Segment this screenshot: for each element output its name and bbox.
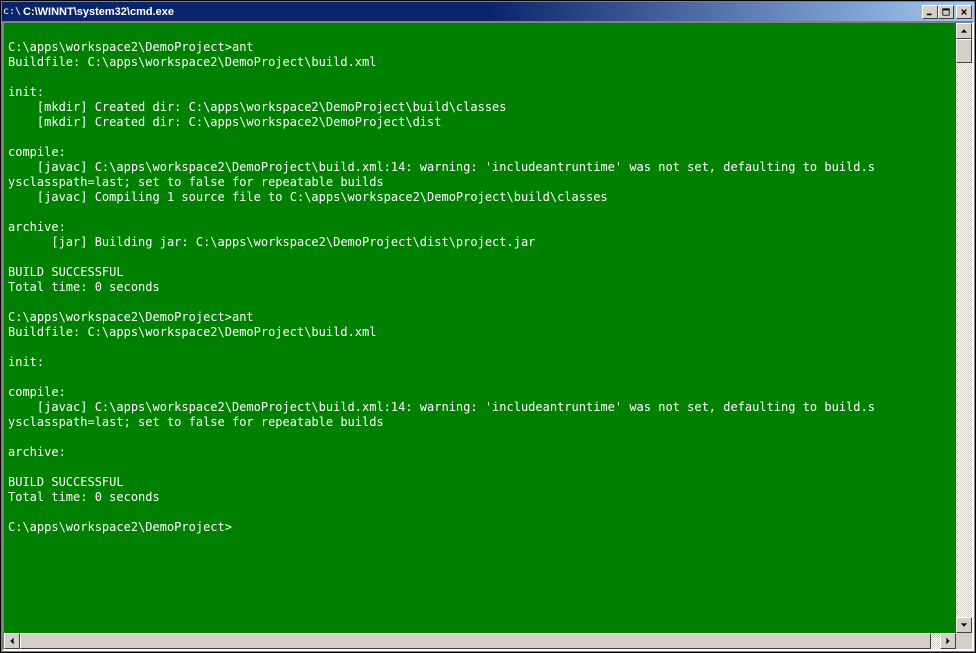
- minimize-icon: [926, 8, 934, 16]
- close-icon: [960, 8, 968, 16]
- maximize-button[interactable]: [938, 5, 954, 19]
- window-title: C:\WINNT\system32\cmd.exe: [23, 6, 922, 18]
- vertical-scrollbar[interactable]: [956, 23, 972, 633]
- minimize-button[interactable]: [922, 5, 938, 19]
- horizontal-scrollbar-row: [4, 633, 972, 649]
- arrow-left-icon: [8, 637, 16, 645]
- arrow-down-icon: [960, 621, 968, 629]
- maximize-icon: [942, 8, 950, 16]
- arrow-up-icon: [960, 27, 968, 35]
- horizontal-scrollbar[interactable]: [4, 633, 956, 649]
- vertical-scroll-thumb[interactable]: [956, 39, 972, 63]
- titlebar[interactable]: c:\ C:\WINNT\system32\cmd.exe: [2, 2, 974, 21]
- console-wrapper: C:\apps\workspace2\DemoProject>ant Build…: [4, 23, 972, 633]
- arrow-right-icon: [944, 637, 952, 645]
- scroll-right-button[interactable]: [940, 633, 956, 649]
- console-output[interactable]: C:\apps\workspace2\DemoProject>ant Build…: [4, 23, 956, 633]
- scroll-left-button[interactable]: [4, 633, 20, 649]
- scroll-up-button[interactable]: [956, 23, 972, 39]
- cmd-window: c:\ C:\WINNT\system32\cmd.exe C:\apps\wo…: [1, 1, 975, 652]
- vertical-scroll-track[interactable]: [956, 39, 972, 617]
- cmd-icon: c:\: [4, 4, 20, 20]
- scroll-down-button[interactable]: [956, 617, 972, 633]
- close-button[interactable]: [956, 5, 972, 19]
- horizontal-scroll-thumb[interactable]: [20, 633, 931, 649]
- horizontal-scroll-track[interactable]: [20, 633, 940, 649]
- titlebar-buttons: [922, 5, 972, 19]
- size-grip[interactable]: [956, 633, 972, 649]
- client-area: C:\apps\workspace2\DemoProject>ant Build…: [2, 21, 974, 651]
